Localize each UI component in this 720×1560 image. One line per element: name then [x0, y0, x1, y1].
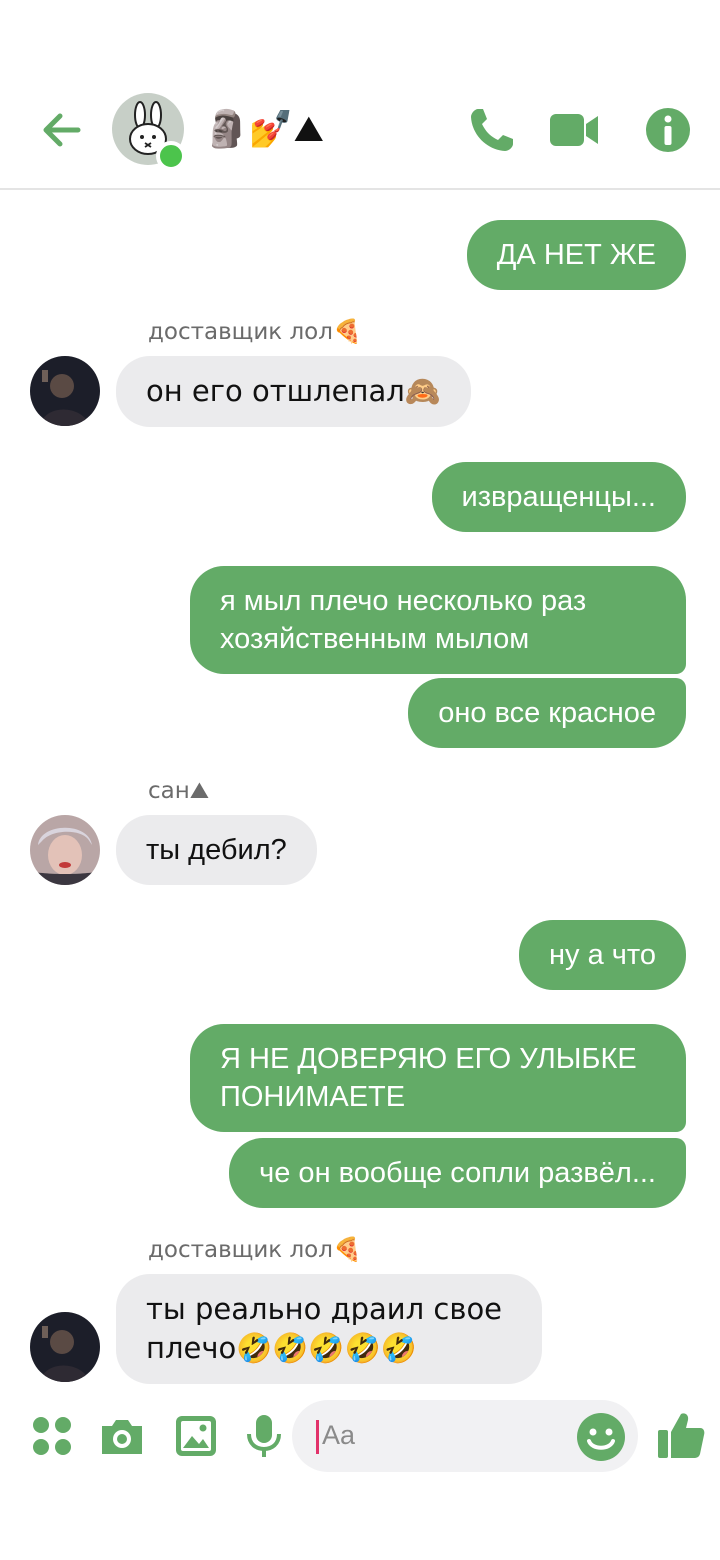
phone-icon[interactable] — [466, 104, 518, 156]
thumbs-up-icon[interactable] — [656, 1410, 706, 1460]
message-composer: Aa — [0, 1398, 720, 1478]
emoji-icon[interactable] — [576, 1412, 626, 1462]
user-photo — [30, 1312, 100, 1382]
message-text: ты реально драил свое плечо🤣🤣🤣🤣🤣 — [146, 1292, 503, 1365]
message-text: ну а что — [549, 939, 656, 971]
image-icon[interactable] — [172, 1412, 220, 1460]
message-text: ты дебил? — [146, 834, 287, 866]
message-bubble-incoming[interactable]: он его отшлепал🙈 — [116, 356, 471, 427]
user-photo — [30, 356, 100, 426]
message-bubble-outgoing[interactable]: я мыл плечо несколько раз хозяйственным … — [190, 566, 686, 674]
message-text: оно все красное — [438, 697, 656, 729]
input-placeholder: Aa — [322, 1420, 356, 1450]
avatar[interactable] — [30, 815, 100, 885]
message-text: че он вообще сопли развёл... — [259, 1157, 656, 1189]
video-camera-icon[interactable] — [548, 104, 600, 156]
message-input[interactable]: Aa — [292, 1400, 638, 1472]
message-text: он его отшлепал🙈 — [146, 374, 441, 408]
message-text: извращенцы... — [461, 481, 656, 513]
sender-name: доставщик лол🍕 — [148, 1237, 362, 1263]
text-cursor — [316, 1420, 319, 1454]
message-text: я мыл плечо несколько раз хозяйственным … — [220, 585, 587, 655]
message-bubble-outgoing[interactable]: извращенцы... — [431, 462, 686, 532]
chat-title[interactable]: 🗿💅⛰ — [204, 108, 324, 152]
message-bubble-outgoing[interactable]: че он вообще сопли развёл... — [229, 1138, 686, 1208]
avatar[interactable] — [30, 1312, 100, 1382]
message-bubble-incoming[interactable]: ты реально драил свое плечо🤣🤣🤣🤣🤣 — [116, 1274, 542, 1384]
online-status-dot — [156, 141, 186, 171]
group-avatar[interactable] — [112, 93, 186, 171]
apps-grid-icon[interactable] — [28, 1412, 76, 1460]
message-bubble-outgoing[interactable]: ну а что — [519, 920, 686, 990]
avatar[interactable] — [30, 356, 100, 426]
chat-header: 🗿💅⛰ — [0, 80, 720, 190]
message-text: ДА НЕТ ЖЕ — [496, 239, 656, 271]
message-bubble-outgoing[interactable]: оно все красное — [408, 678, 686, 748]
user-photo — [30, 815, 100, 885]
message-bubble-outgoing[interactable]: Я НЕ ДОВЕРЯЮ ЕГО УЛЫБКЕ ПОНИМАЕТЕ — [190, 1024, 686, 1132]
sender-name: сан⛰ — [148, 778, 210, 804]
back-arrow-icon[interactable] — [38, 106, 86, 154]
message-text: Я НЕ ДОВЕРЯЮ ЕГО УЛЫБКЕ ПОНИМАЕТЕ — [220, 1043, 637, 1113]
sender-name: доставщик лол🍕 — [148, 319, 362, 345]
camera-icon[interactable] — [98, 1412, 146, 1460]
info-icon[interactable] — [642, 104, 694, 156]
message-bubble-incoming[interactable]: ты дебил? — [116, 815, 317, 885]
microphone-icon[interactable] — [240, 1412, 288, 1460]
message-bubble-outgoing[interactable]: ДА НЕТ ЖЕ — [466, 220, 686, 290]
